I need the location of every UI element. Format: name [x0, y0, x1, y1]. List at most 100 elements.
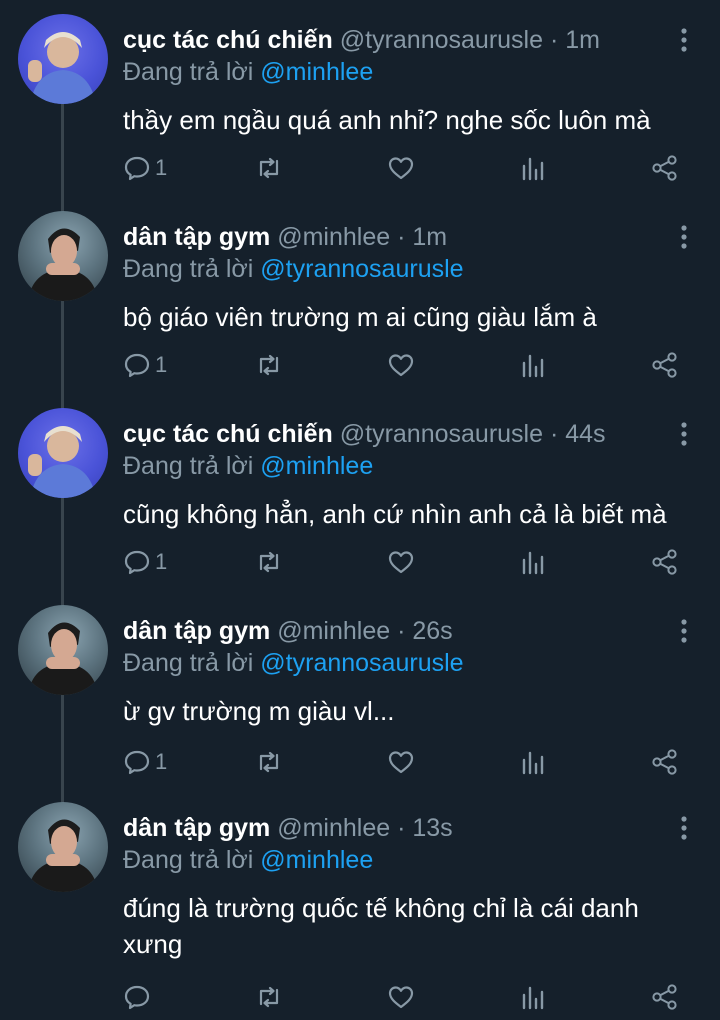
- tweet[interactable]: dân tập gym @minhlee · 26s Đang trả lời …: [0, 595, 720, 791]
- analytics-icon: [522, 986, 544, 1010]
- mention-link[interactable]: @tyrannosaurusle: [260, 255, 463, 283]
- tweet-text: thầy em ngầu quá anh nhỉ? nghe sốc luôn …: [123, 105, 651, 135]
- share-button[interactable]: [651, 745, 679, 779]
- reply-button[interactable]: 1: [123, 545, 167, 579]
- separator-dot: ·: [397, 814, 406, 842]
- more-options-icon[interactable]: [674, 617, 694, 647]
- share-icon: [652, 352, 677, 378]
- like-button[interactable]: [387, 348, 415, 382]
- replying-to-label: Đang trả lời: [123, 255, 254, 283]
- analytics-button[interactable]: [519, 980, 547, 1014]
- timestamp[interactable]: 1m: [412, 223, 447, 251]
- reply-button[interactable]: 1: [123, 348, 167, 382]
- tweet-text: cũng không hẳn, anh cứ nhìn anh cả là bi…: [123, 499, 667, 529]
- timestamp[interactable]: 26s: [412, 617, 452, 645]
- reply-count: 1: [155, 352, 168, 377]
- more-options-icon[interactable]: [674, 420, 694, 450]
- analytics-icon: [522, 751, 544, 775]
- user-handle[interactable]: @minhlee: [277, 223, 390, 251]
- share-button[interactable]: [651, 348, 679, 382]
- tweet-actions: [123, 980, 683, 1014]
- retweet-icon: [259, 354, 279, 376]
- tweet-text: đúng là trường quốc tế không chỉ là cái …: [123, 893, 639, 959]
- display-name[interactable]: dân tập gym: [123, 617, 270, 645]
- retweet-button[interactable]: [255, 545, 283, 579]
- tweet[interactable]: dân tập gym @minhlee · 1m Đang trả lời @…: [0, 201, 720, 397]
- heart-icon: [388, 751, 414, 774]
- analytics-button[interactable]: [519, 348, 547, 382]
- mention-link[interactable]: @minhlee: [260, 58, 373, 86]
- replying-to: Đang trả lời @tyrannosaurusle: [123, 647, 464, 679]
- like-button[interactable]: [387, 151, 415, 185]
- retweet-button[interactable]: [255, 348, 283, 382]
- share-button[interactable]: [651, 980, 679, 1014]
- tweet-actions: 1: [123, 745, 683, 779]
- mention-link[interactable]: @minhlee: [260, 846, 373, 874]
- analytics-button[interactable]: [519, 151, 547, 185]
- tweet[interactable]: dân tập gym @minhlee · 13s Đang trả lời …: [0, 792, 720, 1020]
- heart-icon: [388, 157, 414, 180]
- retweet-icon: [259, 551, 279, 573]
- display-name[interactable]: cục tác chú chiến: [123, 26, 333, 54]
- tweet[interactable]: cục tác chú chiến @tyrannosaurusle · 44s…: [0, 398, 720, 594]
- analytics-icon: [522, 157, 544, 181]
- like-button[interactable]: [387, 745, 415, 779]
- tweet-header: dân tập gym @minhlee · 13s: [123, 812, 453, 844]
- share-button[interactable]: [651, 151, 679, 185]
- replying-to: Đang trả lời @minhlee: [123, 844, 373, 876]
- avatar[interactable]: [18, 605, 108, 695]
- reply-count: 1: [155, 749, 168, 774]
- user-handle[interactable]: @minhlee: [277, 617, 390, 645]
- timestamp[interactable]: 44s: [565, 420, 605, 448]
- separator-dot: ·: [549, 26, 559, 54]
- tweet-text: ừ gv trường m giàu vl...: [123, 696, 395, 726]
- retweet-button[interactable]: [255, 745, 283, 779]
- more-options-icon[interactable]: [674, 814, 694, 844]
- tweet-text: bộ giáo viên trường m ai cũng giàu lắm à: [123, 302, 597, 332]
- like-button[interactable]: [387, 545, 415, 579]
- mention-link[interactable]: @tyrannosaurusle: [260, 649, 463, 677]
- analytics-button[interactable]: [519, 545, 547, 579]
- reply-thread: cục tác chú chiến @tyrannosaurusle · 1m …: [0, 0, 720, 1020]
- reply-count: 1: [155, 549, 168, 574]
- reply-button[interactable]: [123, 980, 155, 1014]
- tweet-actions: 1: [123, 151, 683, 185]
- avatar[interactable]: [18, 802, 108, 892]
- display-name[interactable]: dân tập gym: [123, 223, 270, 251]
- user-handle[interactable]: @tyrannosaurusle: [340, 26, 543, 54]
- timestamp[interactable]: 13s: [412, 814, 452, 842]
- display-name[interactable]: cục tác chú chiến: [123, 420, 333, 448]
- tweet-header: dân tập gym @minhlee · 26s: [123, 615, 453, 647]
- avatar[interactable]: [18, 14, 108, 104]
- reply-button[interactable]: 1: [123, 745, 167, 779]
- retweet-button[interactable]: [255, 980, 283, 1014]
- tweet-header: dân tập gym @minhlee · 1m: [123, 221, 447, 253]
- display-name[interactable]: dân tập gym: [123, 814, 270, 842]
- timestamp[interactable]: 1m: [565, 26, 600, 54]
- reply-icon: [124, 985, 150, 1010]
- reply-icon: [124, 156, 150, 181]
- analytics-button[interactable]: [519, 745, 547, 779]
- like-button[interactable]: [387, 980, 415, 1014]
- replying-to-label: Đang trả lời: [123, 649, 254, 677]
- reply-icon: [124, 750, 150, 775]
- separator-dot: ·: [549, 420, 559, 448]
- user-handle[interactable]: @tyrannosaurusle: [340, 420, 543, 448]
- retweet-icon: [259, 986, 279, 1008]
- reply-icon: [124, 550, 150, 575]
- heart-icon: [388, 354, 414, 377]
- separator-dot: ·: [397, 223, 406, 251]
- retweet-button[interactable]: [255, 151, 283, 185]
- tweet[interactable]: cục tác chú chiến @tyrannosaurusle · 1m …: [0, 4, 720, 200]
- mention-link[interactable]: @minhlee: [260, 452, 373, 480]
- user-handle[interactable]: @minhlee: [277, 814, 390, 842]
- more-options-icon[interactable]: [674, 26, 694, 56]
- analytics-icon: [522, 551, 544, 575]
- avatar[interactable]: [18, 211, 108, 301]
- tweet-actions: 1: [123, 348, 683, 382]
- share-button[interactable]: [651, 545, 679, 579]
- more-options-icon[interactable]: [674, 223, 694, 253]
- share-icon: [652, 155, 677, 181]
- avatar[interactable]: [18, 408, 108, 498]
- reply-button[interactable]: 1: [123, 151, 167, 185]
